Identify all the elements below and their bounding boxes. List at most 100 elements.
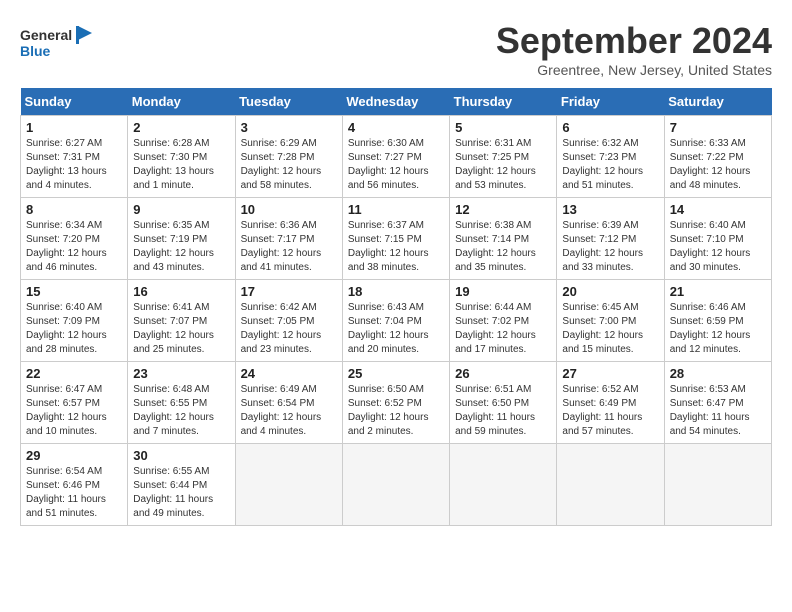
day-cell-24: 24 Sunrise: 6:49 AM Sunset: 6:54 PM Dayl…	[235, 362, 342, 444]
day-number: 8	[26, 202, 122, 217]
day-info: Sunrise: 6:55 AM Sunset: 6:44 PM Dayligh…	[133, 465, 229, 521]
day-info: Sunrise: 6:51 AM Sunset: 6:50 PM Dayligh…	[455, 383, 551, 439]
day-cell-27: 27 Sunrise: 6:52 AM Sunset: 6:49 PM Dayl…	[557, 362, 664, 444]
day-number: 20	[562, 284, 658, 299]
empty-cell	[664, 444, 771, 526]
day-number: 21	[670, 284, 766, 299]
day-info: Sunrise: 6:34 AM Sunset: 7:20 PM Dayligh…	[26, 219, 122, 275]
day-info: Sunrise: 6:41 AM Sunset: 7:07 PM Dayligh…	[133, 301, 229, 357]
day-info: Sunrise: 6:47 AM Sunset: 6:57 PM Dayligh…	[26, 383, 122, 439]
col-friday: Friday	[557, 88, 664, 116]
day-cell-19: 19 Sunrise: 6:44 AM Sunset: 7:02 PM Dayl…	[450, 280, 557, 362]
day-info: Sunrise: 6:35 AM Sunset: 7:19 PM Dayligh…	[133, 219, 229, 275]
week-row-1: 1 Sunrise: 6:27 AM Sunset: 7:31 PM Dayli…	[21, 116, 772, 198]
day-number: 18	[348, 284, 444, 299]
day-info: Sunrise: 6:32 AM Sunset: 7:23 PM Dayligh…	[562, 137, 658, 193]
day-cell-7: 7 Sunrise: 6:33 AM Sunset: 7:22 PM Dayli…	[664, 116, 771, 198]
header-row: Sunday Monday Tuesday Wednesday Thursday…	[21, 88, 772, 116]
day-cell-23: 23 Sunrise: 6:48 AM Sunset: 6:55 PM Dayl…	[128, 362, 235, 444]
empty-cell	[235, 444, 342, 526]
calendar-table: Sunday Monday Tuesday Wednesday Thursday…	[20, 88, 772, 526]
col-monday: Monday	[128, 88, 235, 116]
day-info: Sunrise: 6:40 AM Sunset: 7:10 PM Dayligh…	[670, 219, 766, 275]
day-info: Sunrise: 6:29 AM Sunset: 7:28 PM Dayligh…	[241, 137, 337, 193]
day-number: 15	[26, 284, 122, 299]
day-info: Sunrise: 6:54 AM Sunset: 6:46 PM Dayligh…	[26, 465, 122, 521]
empty-cell	[342, 444, 449, 526]
day-cell-11: 11 Sunrise: 6:37 AM Sunset: 7:15 PM Dayl…	[342, 198, 449, 280]
day-cell-1: 1 Sunrise: 6:27 AM Sunset: 7:31 PM Dayli…	[21, 116, 128, 198]
week-row-4: 22 Sunrise: 6:47 AM Sunset: 6:57 PM Dayl…	[21, 362, 772, 444]
col-tuesday: Tuesday	[235, 88, 342, 116]
day-number: 25	[348, 366, 444, 381]
day-info: Sunrise: 6:52 AM Sunset: 6:49 PM Dayligh…	[562, 383, 658, 439]
day-cell-4: 4 Sunrise: 6:30 AM Sunset: 7:27 PM Dayli…	[342, 116, 449, 198]
day-info: Sunrise: 6:42 AM Sunset: 7:05 PM Dayligh…	[241, 301, 337, 357]
day-cell-3: 3 Sunrise: 6:29 AM Sunset: 7:28 PM Dayli…	[235, 116, 342, 198]
day-cell-20: 20 Sunrise: 6:45 AM Sunset: 7:00 PM Dayl…	[557, 280, 664, 362]
day-info: Sunrise: 6:31 AM Sunset: 7:25 PM Dayligh…	[455, 137, 551, 193]
day-cell-10: 10 Sunrise: 6:36 AM Sunset: 7:17 PM Dayl…	[235, 198, 342, 280]
day-cell-30: 30 Sunrise: 6:55 AM Sunset: 6:44 PM Dayl…	[128, 444, 235, 526]
day-number: 6	[562, 120, 658, 135]
day-number: 22	[26, 366, 122, 381]
day-info: Sunrise: 6:46 AM Sunset: 6:59 PM Dayligh…	[670, 301, 766, 357]
day-number: 28	[670, 366, 766, 381]
week-row-2: 8 Sunrise: 6:34 AM Sunset: 7:20 PM Dayli…	[21, 198, 772, 280]
col-sunday: Sunday	[21, 88, 128, 116]
day-number: 7	[670, 120, 766, 135]
empty-cell	[557, 444, 664, 526]
day-info: Sunrise: 6:44 AM Sunset: 7:02 PM Dayligh…	[455, 301, 551, 357]
location-subtitle: Greentree, New Jersey, United States	[496, 62, 772, 78]
day-info: Sunrise: 6:45 AM Sunset: 7:00 PM Dayligh…	[562, 301, 658, 357]
day-cell-5: 5 Sunrise: 6:31 AM Sunset: 7:25 PM Dayli…	[450, 116, 557, 198]
day-cell-12: 12 Sunrise: 6:38 AM Sunset: 7:14 PM Dayl…	[450, 198, 557, 280]
day-info: Sunrise: 6:38 AM Sunset: 7:14 PM Dayligh…	[455, 219, 551, 275]
day-cell-16: 16 Sunrise: 6:41 AM Sunset: 7:07 PM Dayl…	[128, 280, 235, 362]
day-info: Sunrise: 6:40 AM Sunset: 7:09 PM Dayligh…	[26, 301, 122, 357]
day-cell-9: 9 Sunrise: 6:35 AM Sunset: 7:19 PM Dayli…	[128, 198, 235, 280]
day-number: 23	[133, 366, 229, 381]
day-info: Sunrise: 6:36 AM Sunset: 7:17 PM Dayligh…	[241, 219, 337, 275]
day-number: 3	[241, 120, 337, 135]
day-cell-6: 6 Sunrise: 6:32 AM Sunset: 7:23 PM Dayli…	[557, 116, 664, 198]
day-cell-28: 28 Sunrise: 6:53 AM Sunset: 6:47 PM Dayl…	[664, 362, 771, 444]
logo-svg: General Blue	[20, 20, 100, 65]
day-number: 4	[348, 120, 444, 135]
logo: General Blue	[20, 20, 100, 65]
week-row-5: 29 Sunrise: 6:54 AM Sunset: 6:46 PM Dayl…	[21, 444, 772, 526]
day-info: Sunrise: 6:50 AM Sunset: 6:52 PM Dayligh…	[348, 383, 444, 439]
day-cell-26: 26 Sunrise: 6:51 AM Sunset: 6:50 PM Dayl…	[450, 362, 557, 444]
day-info: Sunrise: 6:33 AM Sunset: 7:22 PM Dayligh…	[670, 137, 766, 193]
day-number: 1	[26, 120, 122, 135]
day-info: Sunrise: 6:48 AM Sunset: 6:55 PM Dayligh…	[133, 383, 229, 439]
day-number: 9	[133, 202, 229, 217]
day-info: Sunrise: 6:28 AM Sunset: 7:30 PM Dayligh…	[133, 137, 229, 193]
svg-text:General: General	[20, 27, 72, 43]
day-number: 17	[241, 284, 337, 299]
day-info: Sunrise: 6:49 AM Sunset: 6:54 PM Dayligh…	[241, 383, 337, 439]
day-info: Sunrise: 6:37 AM Sunset: 7:15 PM Dayligh…	[348, 219, 444, 275]
day-number: 24	[241, 366, 337, 381]
day-number: 29	[26, 448, 122, 463]
day-cell-2: 2 Sunrise: 6:28 AM Sunset: 7:30 PM Dayli…	[128, 116, 235, 198]
col-wednesday: Wednesday	[342, 88, 449, 116]
day-cell-18: 18 Sunrise: 6:43 AM Sunset: 7:04 PM Dayl…	[342, 280, 449, 362]
day-cell-8: 8 Sunrise: 6:34 AM Sunset: 7:20 PM Dayli…	[21, 198, 128, 280]
day-cell-22: 22 Sunrise: 6:47 AM Sunset: 6:57 PM Dayl…	[21, 362, 128, 444]
day-number: 10	[241, 202, 337, 217]
col-saturday: Saturday	[664, 88, 771, 116]
day-cell-21: 21 Sunrise: 6:46 AM Sunset: 6:59 PM Dayl…	[664, 280, 771, 362]
day-number: 11	[348, 202, 444, 217]
day-cell-14: 14 Sunrise: 6:40 AM Sunset: 7:10 PM Dayl…	[664, 198, 771, 280]
month-title: September 2024	[496, 20, 772, 62]
day-number: 27	[562, 366, 658, 381]
day-number: 5	[455, 120, 551, 135]
day-cell-29: 29 Sunrise: 6:54 AM Sunset: 6:46 PM Dayl…	[21, 444, 128, 526]
day-number: 26	[455, 366, 551, 381]
day-cell-13: 13 Sunrise: 6:39 AM Sunset: 7:12 PM Dayl…	[557, 198, 664, 280]
day-number: 16	[133, 284, 229, 299]
empty-cell	[450, 444, 557, 526]
week-row-3: 15 Sunrise: 6:40 AM Sunset: 7:09 PM Dayl…	[21, 280, 772, 362]
day-number: 2	[133, 120, 229, 135]
